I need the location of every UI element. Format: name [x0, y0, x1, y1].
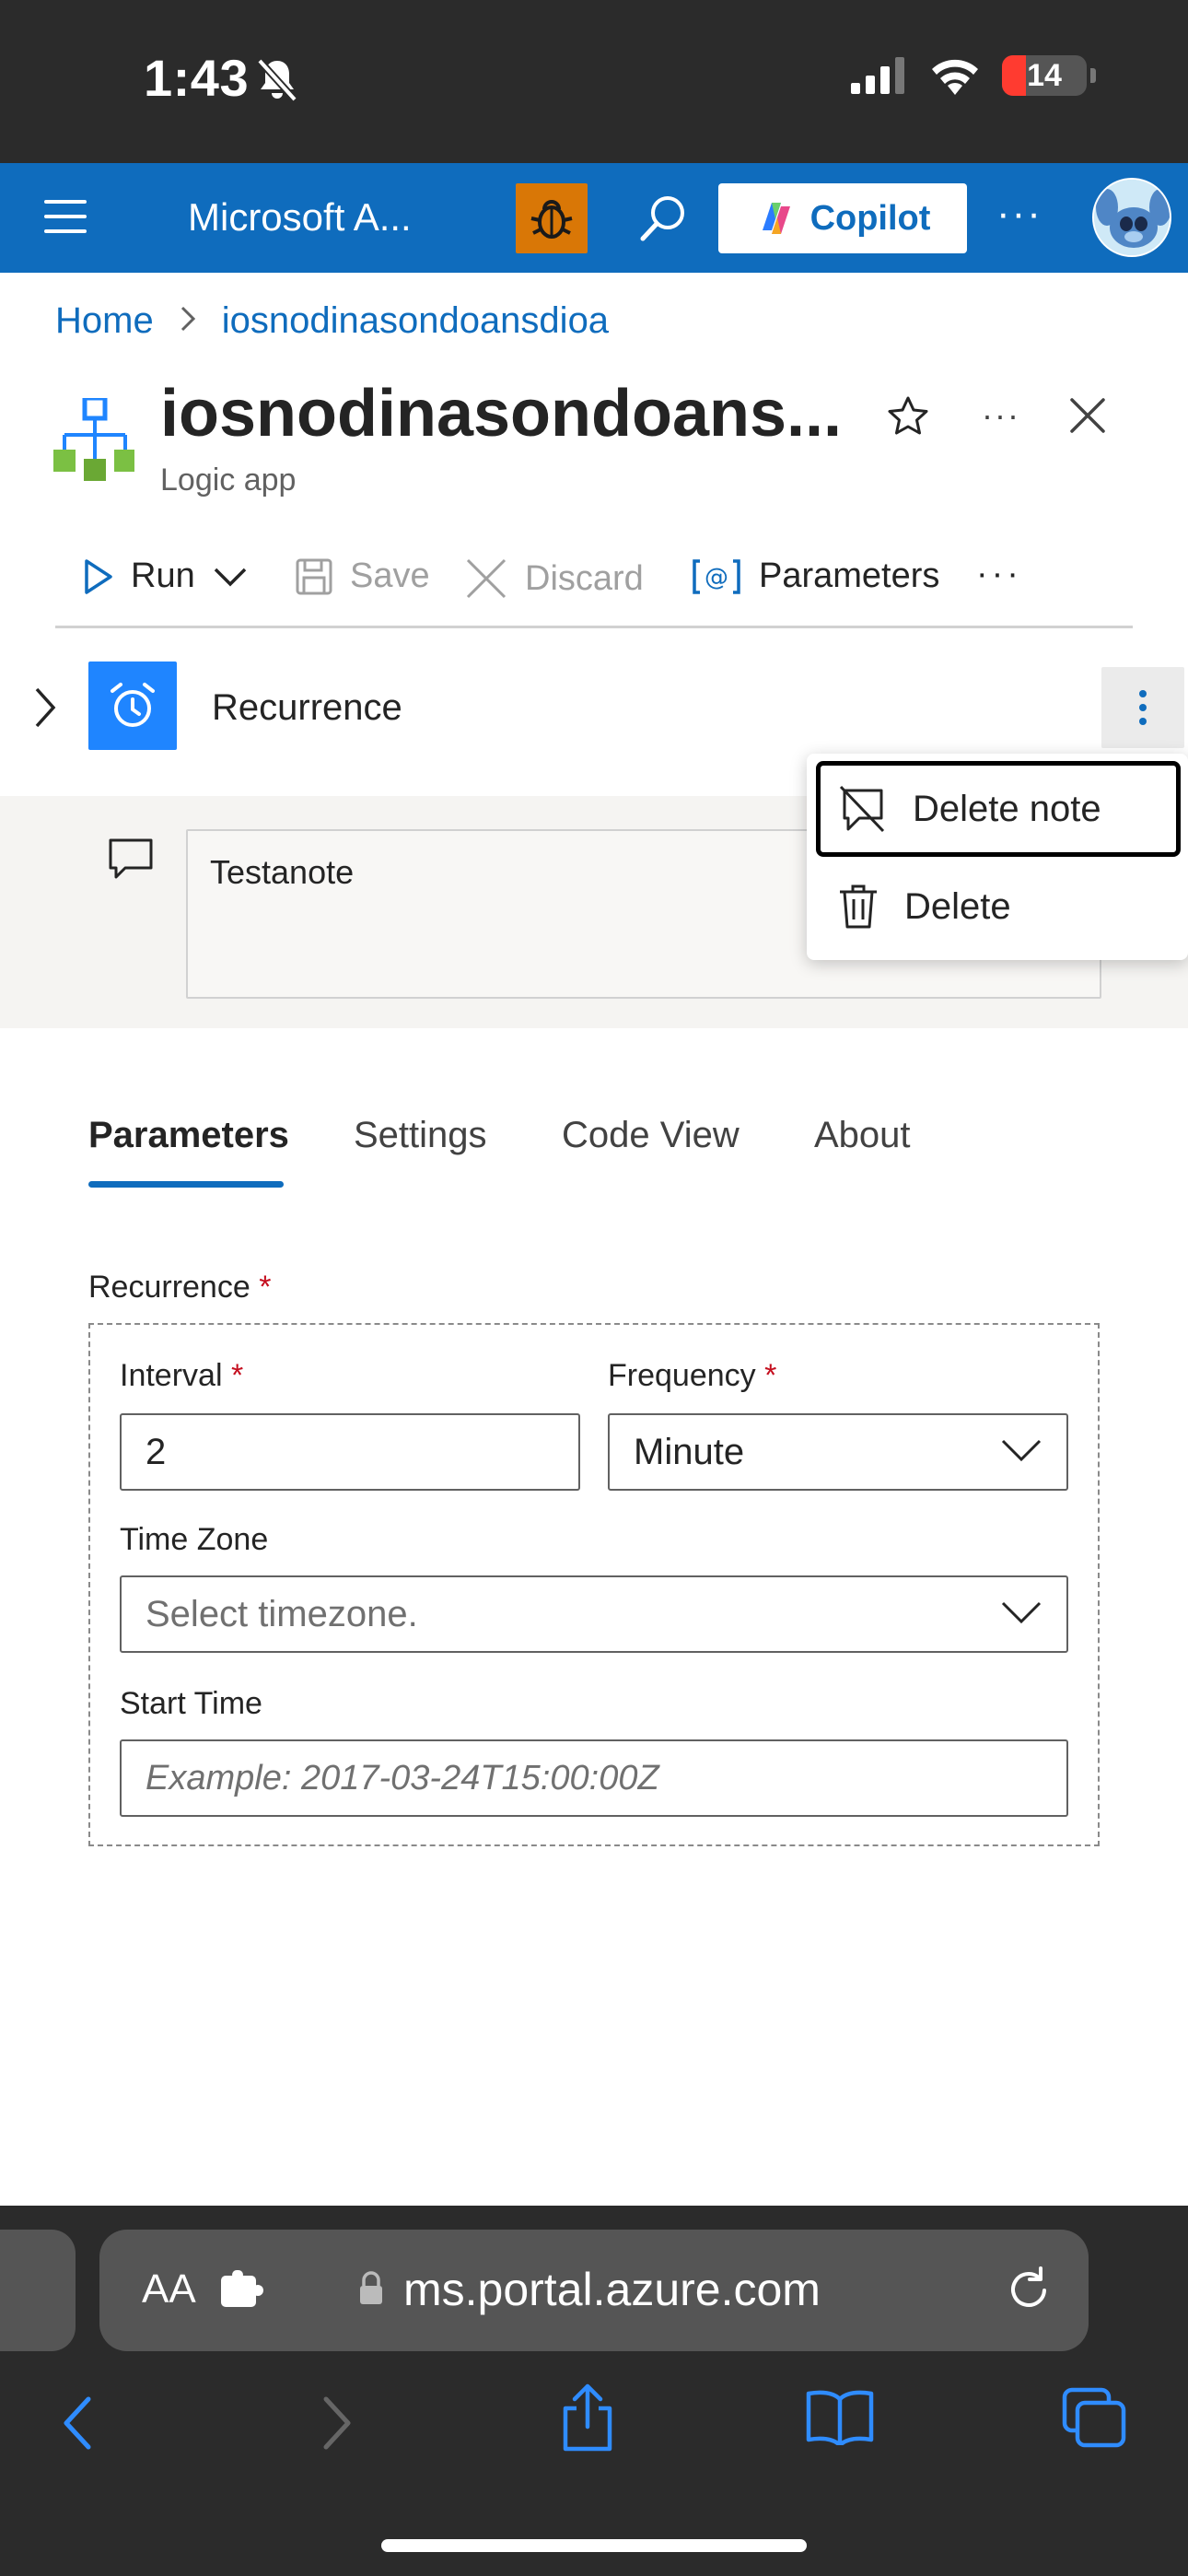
- delete-menu-item[interactable]: Delete: [816, 859, 1181, 954]
- note-text: Testanote: [210, 853, 355, 891]
- chevron-down-icon: [1001, 1601, 1042, 1624]
- extension-icon[interactable]: [219, 2270, 269, 2315]
- copilot-icon: [762, 203, 790, 234]
- node-more-vertical-icon[interactable]: [1101, 667, 1184, 748]
- comment-off-icon: [839, 785, 885, 833]
- bug-icon: [530, 200, 573, 239]
- portal-title[interactable]: Microsoft A...: [188, 195, 412, 240]
- save-label: Save: [350, 556, 430, 595]
- page-title: iosnodinasondoans...: [160, 377, 843, 451]
- more-options-button[interactable]: ···: [996, 191, 1042, 237]
- wifi-icon: [932, 59, 978, 95]
- tab-about[interactable]: About: [814, 1115, 911, 1156]
- reader-aa-button[interactable]: AA: [142, 2266, 196, 2313]
- discard-x-icon: [466, 558, 507, 599]
- battery-indicator: 14: [1002, 55, 1096, 96]
- favorite-star-icon[interactable]: [886, 394, 930, 443]
- active-tab-indicator: [88, 1181, 284, 1188]
- back-icon[interactable]: [57, 2394, 98, 2457]
- discard-label: Discard: [525, 558, 644, 598]
- detail-tabs: Parameters Settings Code View About: [88, 1106, 1101, 1198]
- command-more-button[interactable]: ···: [976, 555, 1022, 594]
- cellular-signal-icon: [851, 57, 904, 94]
- start-time-label: Start Time: [120, 1686, 262, 1721]
- frequency-select[interactable]: Minute: [608, 1413, 1068, 1491]
- frequency-value: Minute: [634, 1431, 745, 1472]
- parameters-button[interactable]: @ Parameters: [691, 556, 939, 596]
- tabs-overview-icon[interactable]: [1061, 2386, 1127, 2453]
- time-zone-label: Time Zone: [120, 1522, 269, 1557]
- time-zone-placeholder: Select timezone.: [146, 1593, 418, 1634]
- time-zone-select[interactable]: Select timezone.: [120, 1575, 1068, 1653]
- browser-toolbar: AA ms.portal.azure.com: [0, 2206, 1188, 2576]
- breadcrumb: Home iosnodinasondoansdioa: [55, 300, 609, 342]
- chevron-right-icon: [180, 302, 196, 341]
- start-time-placeholder: Example: 2017-03-24T15:00:00Z: [146, 1758, 659, 1797]
- hamburger-menu-icon[interactable]: [44, 200, 87, 237]
- context-menu: Delete note Delete: [807, 754, 1188, 960]
- share-icon[interactable]: [558, 2383, 617, 2457]
- command-bar: Run Save Discard @ Parameters ···: [55, 544, 1133, 628]
- run-button[interactable]: Run: [83, 556, 249, 596]
- copilot-label: Copilot: [809, 198, 931, 238]
- bookmarks-book-icon[interactable]: [805, 2388, 875, 2450]
- status-time: 1:43: [144, 49, 250, 107]
- forward-icon[interactable]: [317, 2394, 357, 2457]
- silent-bell-icon: [256, 57, 298, 108]
- logic-app-icon: [53, 395, 134, 481]
- search-icon[interactable]: [635, 191, 691, 251]
- previous-tab-preview[interactable]: [0, 2230, 76, 2351]
- play-icon: [85, 558, 112, 594]
- tab-code-view[interactable]: Code View: [562, 1115, 740, 1156]
- chevron-down-icon: [1001, 1439, 1042, 1462]
- save-icon: [296, 558, 332, 594]
- frequency-label: Frequency *: [608, 1358, 777, 1393]
- parameters-label: Parameters: [759, 556, 940, 595]
- battery-level: 14: [1027, 58, 1062, 93]
- breadcrumb-resource[interactable]: iosnodinasondoansdioa: [222, 300, 609, 342]
- expand-chevron-icon[interactable]: [31, 685, 59, 734]
- comment-icon: [107, 837, 155, 885]
- parameters-icon: @: [693, 558, 740, 594]
- address-bar[interactable]: AA ms.portal.azure.com: [99, 2230, 1089, 2351]
- delete-note-menu-item[interactable]: Delete note: [816, 761, 1181, 857]
- breadcrumb-home[interactable]: Home: [55, 300, 154, 342]
- tab-parameters[interactable]: Parameters: [88, 1115, 289, 1156]
- url-text: ms.portal.azure.com: [403, 2264, 821, 2315]
- browser-nav-row: [0, 2379, 1188, 2480]
- tab-settings[interactable]: Settings: [354, 1115, 487, 1156]
- portal-header: Microsoft A... Copilot ···: [0, 163, 1188, 273]
- save-button[interactable]: Save: [295, 556, 430, 596]
- copilot-button[interactable]: Copilot: [718, 183, 967, 253]
- close-icon[interactable]: [1066, 394, 1109, 441]
- reload-icon[interactable]: [1004, 2263, 1055, 2319]
- alarm-clock-icon: [88, 662, 177, 750]
- interval-input[interactable]: 2: [120, 1413, 580, 1491]
- interval-value: 2: [146, 1431, 167, 1472]
- delete-label: Delete: [904, 885, 1011, 927]
- run-label: Run: [131, 556, 195, 595]
- chevron-down-icon[interactable]: [212, 566, 249, 588]
- page-subtitle: Logic app: [160, 463, 297, 498]
- lock-icon: [357, 2270, 385, 2312]
- svg-text:@: @: [705, 564, 728, 591]
- discard-button[interactable]: Discard: [464, 556, 644, 601]
- node-title: Recurrence: [212, 687, 402, 728]
- interval-label: Interval *: [120, 1358, 244, 1393]
- start-time-input[interactable]: Example: 2017-03-24T15:00:00Z: [120, 1739, 1068, 1817]
- resource-more-button[interactable]: ···: [982, 396, 1020, 435]
- user-avatar[interactable]: [1092, 178, 1171, 257]
- trash-icon: [840, 884, 877, 929]
- recurrence-group-label: Recurrence *: [88, 1270, 272, 1305]
- bug-report-button[interactable]: [516, 183, 588, 253]
- delete-note-label: Delete note: [913, 788, 1101, 829]
- home-indicator: [381, 2539, 807, 2552]
- status-bar: 1:43 14: [0, 0, 1188, 163]
